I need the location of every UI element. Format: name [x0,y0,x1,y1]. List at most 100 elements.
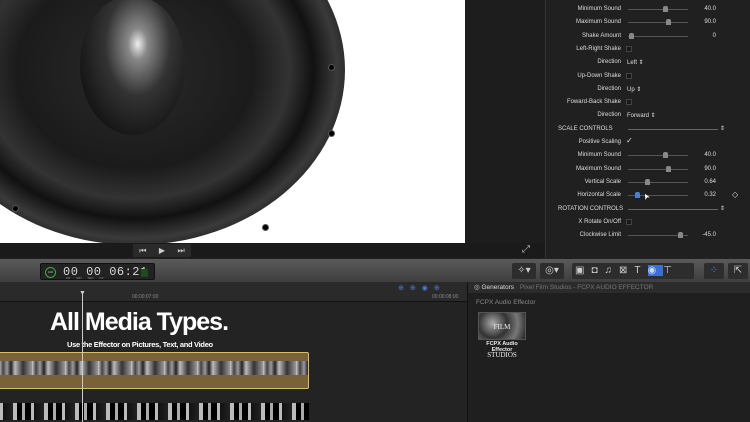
param-label: Direction [597,85,621,92]
ruler-tick: 00:00:08:00 [432,294,459,300]
timeline-options-icons[interactable]: ⊕⊕◉⊕ [398,284,446,292]
param-slider[interactable] [628,32,688,39]
select-value: Up [627,86,635,93]
inspector-row: X Rotate On/Off [546,216,750,229]
slider-knob[interactable] [662,6,668,12]
bolt [328,130,335,137]
param-label: Maximum Sound [575,19,621,26]
inspector-row: Maximum Sound 90.0 [546,16,750,29]
param-slider[interactable] [628,165,688,172]
param-value[interactable]: 90.0 [704,19,716,25]
param-slider[interactable] [628,152,688,159]
param-slider[interactable] [628,192,688,199]
slider-knob[interactable] [666,19,672,26]
param-label: ROTATION CONTROLS [558,205,624,212]
inspector-row: SCALE CONTROLS ⇕ [546,123,750,136]
slider-knob[interactable] [666,165,672,172]
param-checkbox[interactable] [626,72,632,79]
bolt [262,224,269,231]
generator-browser-icon[interactable]: ◉ [647,265,664,276]
param-label: Maximum Sound [575,165,621,172]
param-value[interactable]: 40.0 [704,6,716,12]
param-slider[interactable] [628,19,688,26]
title-overlay: All Media Types. [50,308,229,336]
video-clip[interactable] [0,403,309,420]
theme-browser-icon[interactable]: ⊤ [663,265,679,276]
inspector-row: Direction Left ⇕ [546,56,750,69]
mouse-cursor-icon: ➤ [640,191,652,202]
playhead[interactable] [82,294,83,422]
speed-badge: 100 [45,267,56,278]
inspector-row: Foward-Back Shake [546,96,750,109]
param-slider[interactable] [628,6,688,12]
chevron-updown-icon: ⇕ [634,86,642,93]
section-toggle-icon[interactable]: ⇕ [720,125,725,132]
fullscreen-icon[interactable]: ⤢ [522,244,530,255]
param-checkbox[interactable] [626,45,632,52]
background-tasks-button[interactable]: ⁘ [704,263,724,279]
skip-forward-button[interactable]: ⏭ [178,246,185,256]
param-value[interactable]: 0.64 [704,179,716,185]
music-browser-icon[interactable]: ♫ [605,265,620,276]
param-label: Direction [597,59,621,66]
breadcrumb-path: Pixel Film Studios - FCPX AUDIO EFFECTOR [519,284,654,291]
param-label: Clockwise Limit [579,232,621,239]
timeline[interactable]: 00:00:07:00 00:00:08:00 ⊕⊕◉⊕ ▼ All Media… [0,282,467,422]
audio-meter-icon [141,269,148,277]
retime-icon: ◎▾ [545,265,559,276]
param-value[interactable]: 0.32 [704,192,716,198]
param-value[interactable]: 40.0 [704,152,716,158]
skip-back-button[interactable]: ⏮ [139,246,146,256]
param-slider[interactable] [628,178,688,185]
keyframe-icon[interactable]: ◇ [732,190,738,199]
param-value[interactable]: 90.0 [704,166,716,172]
share-button[interactable]: ⇱ [728,263,748,279]
chevron-updown-icon: ⇕ [637,60,644,67]
inspector-row: Shake Amount 0 [546,30,750,43]
timecode-units: HR MIN SEC FR [66,276,104,280]
inspector-row: Left-Right Shake [546,43,750,56]
param-value[interactable]: 0 [713,33,716,39]
browser-buttons: ▣◘♫⊠T◉⊤ [572,263,694,279]
title-browser-icon[interactable]: T [634,265,647,276]
generator-thumbnail[interactable]: FILM STUDIOS [478,312,526,359]
inspector-panel: Minimum Sound 40.0 Maximum Sound 90.0 Shake … [545,0,750,258]
timeline-ruler[interactable]: 00:00:07:00 00:00:08:00 ⊕⊕◉⊕ ▼ [0,282,467,302]
slider-knob[interactable] [629,32,635,39]
param-value[interactable]: -45.0 [702,232,716,238]
param-checkbox[interactable] [626,218,632,225]
slider-knob[interactable] [634,192,640,199]
param-slider[interactable] [628,232,688,239]
inspector-row: Positive Scaling ✓ [546,136,750,149]
param-select[interactable]: Up ⇕ [627,86,641,93]
section-toggle-icon[interactable]: ⇕ [720,205,725,212]
inspector-row: Up-Down Shake [546,70,750,83]
transition-browser-icon[interactable]: ⊠ [619,265,634,276]
inspector-row: ROTATION CONTROLS ⇕ [546,203,750,216]
param-select[interactable]: Forward ⇕ [627,112,656,119]
share-icon: ⇱ [733,265,743,276]
selected-clip[interactable] [0,352,309,389]
param-checkbox[interactable]: ✓ [626,136,633,145]
retime-menu-button[interactable]: ◎▾ [540,263,564,279]
play-button[interactable]: ▶ [159,246,165,255]
param-label: Up-Down Shake [577,72,621,79]
breadcrumb-root[interactable]: Generators [481,284,514,291]
inspector-row: Direction Up ⇕ [546,83,750,96]
tools-menu-button[interactable]: ✧▾ [512,263,536,279]
clip-browser-icon[interactable]: ▣ [575,265,591,276]
photo-browser-icon[interactable]: ◘ [591,265,604,276]
param-select[interactable]: Left ⇕ [627,59,644,66]
param-checkbox[interactable] [626,99,632,106]
timecode-display[interactable]: 100 00 00 06:21 HR MIN SEC FR [40,263,155,280]
generator-label[interactable]: FCPX Audio Effector [480,341,524,353]
param-label: Minimum Sound [577,152,621,159]
slider-knob[interactable] [662,152,668,159]
chevron-updown-icon: ⇕ [649,113,656,120]
inspector-row: Clockwise Limit -45.0 [546,229,750,242]
magic-wand-icon: ✧▾ [517,265,531,276]
inspector-row: Minimum Sound 40.0 [546,3,750,16]
slider-knob[interactable] [644,178,650,185]
slider-knob[interactable] [678,232,684,239]
browser-header: ◎ Generators Pixel Film Studios - FCPX A… [468,282,750,293]
